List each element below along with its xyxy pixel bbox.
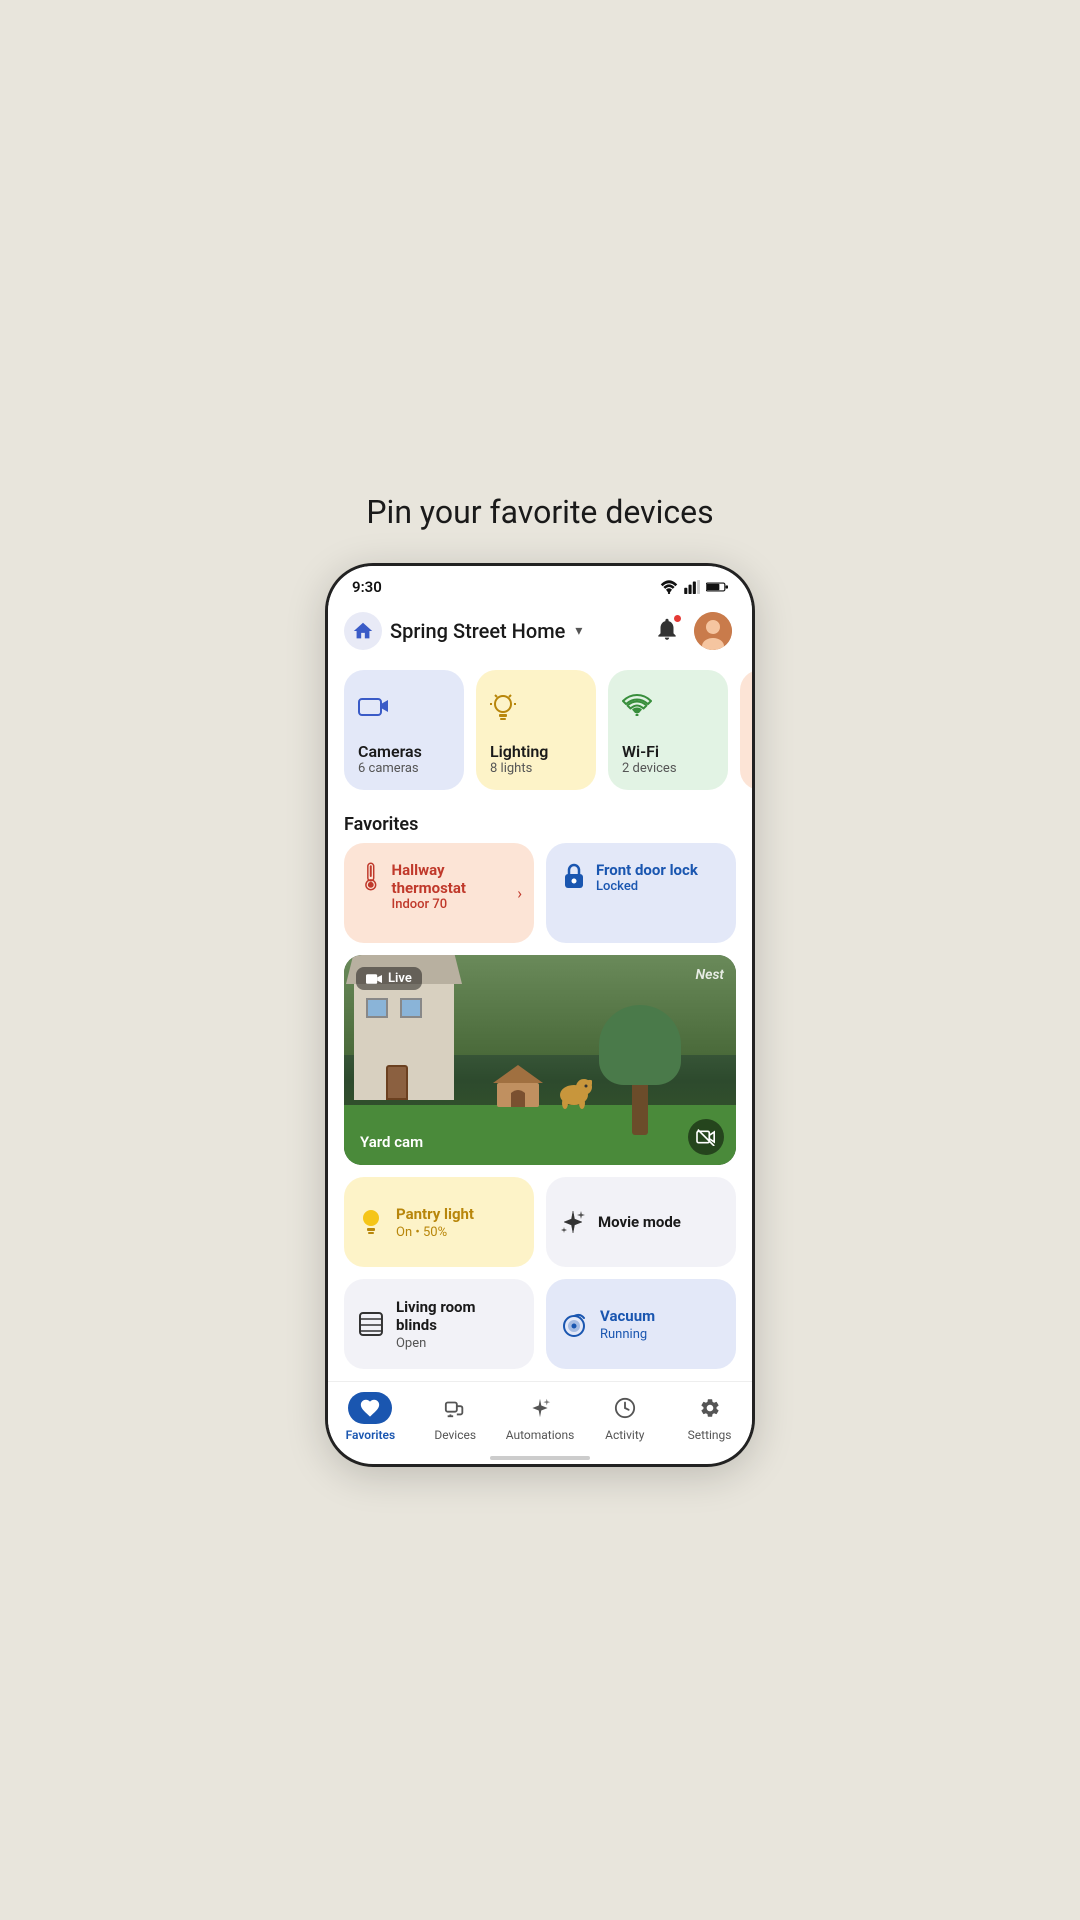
no-video-icon[interactable]	[688, 1119, 724, 1155]
chevron-down-icon: ▾	[575, 623, 582, 639]
home-icon-bg	[344, 612, 382, 650]
category-tile-wifi[interactable]: Wi-Fi 2 devices	[608, 670, 728, 790]
lighting-label: Lighting	[490, 742, 582, 761]
camera-name-label: Yard cam	[360, 1133, 423, 1151]
nav-settings[interactable]: Settings	[667, 1392, 752, 1442]
nav-favorites[interactable]: Favorites	[328, 1392, 413, 1442]
sparkle-icon	[560, 1209, 586, 1235]
avatar-image	[694, 612, 732, 650]
wifi-sublabel: 2 devices	[622, 761, 714, 776]
live-text: Live	[388, 971, 412, 986]
lighting-sublabel: 8 lights	[490, 761, 582, 776]
user-avatar[interactable]	[694, 612, 732, 650]
nav-activity-label: Activity	[605, 1428, 644, 1442]
devices-icon	[444, 1397, 466, 1419]
nav-automations-label: Automations	[506, 1428, 575, 1442]
notification-bell[interactable]	[654, 616, 680, 646]
battery-icon	[706, 581, 728, 593]
vacuum-tile[interactable]: Vacuum Running	[546, 1279, 736, 1369]
home-name: Spring Street Home	[390, 619, 565, 643]
home-indicator-bar	[490, 1456, 590, 1460]
category-tile-lighting[interactable]: Lighting 8 lights	[476, 670, 596, 790]
top-bar-right	[654, 612, 732, 650]
blinds-icon	[358, 1311, 384, 1337]
vacuum-sub: Running	[600, 1327, 655, 1342]
thermostat-temp: Indoor 70	[392, 897, 520, 912]
home-selector[interactable]: Spring Street Home ▾	[344, 612, 582, 650]
wifi-label: Wi-Fi	[622, 742, 714, 761]
pantry-sub: On • 50%	[396, 1225, 474, 1240]
cameras-sublabel: 6 cameras	[358, 761, 450, 776]
bottom-tiles-row-1: Pantry light On • 50% Movie mode	[328, 1177, 752, 1279]
status-time: 9:30	[352, 578, 382, 596]
thermostat-chevron: ›	[517, 884, 522, 903]
status-bar: 9:30	[328, 566, 752, 602]
thermostat-icon	[360, 861, 382, 891]
nav-settings-label: Settings	[688, 1428, 732, 1442]
camera-feed[interactable]: Live Nest Yard cam	[344, 955, 736, 1165]
nav-devices-icon-wrap	[433, 1392, 477, 1424]
phone-frame: 9:30	[325, 563, 755, 1467]
top-bar: Spring Street Home ▾	[328, 602, 752, 660]
nav-automations[interactable]: Automations	[498, 1392, 583, 1442]
settings-icon	[699, 1397, 721, 1419]
blinds-tile[interactable]: Living room blinds Open	[344, 1279, 534, 1369]
activity-icon	[614, 1397, 636, 1419]
nav-favorites-label: Favorites	[346, 1428, 396, 1442]
category-tile-climate[interactable]: Climate 3 devices	[740, 670, 752, 790]
bottom-nav: Favorites Devices	[328, 1381, 752, 1448]
lock-icon	[562, 861, 586, 889]
camera-live-icon	[366, 972, 382, 986]
dog-svg	[556, 1073, 592, 1109]
vacuum-label: Vacuum	[600, 1307, 655, 1325]
nest-brand-badge: Nest	[696, 967, 724, 983]
lock-status: Locked	[596, 879, 698, 894]
status-icons	[660, 580, 728, 594]
pantry-label: Pantry light	[396, 1205, 474, 1223]
nav-activity[interactable]: Activity	[582, 1392, 667, 1442]
automations-icon	[529, 1397, 551, 1419]
nav-activity-icon-wrap	[603, 1392, 647, 1424]
nav-devices-label: Devices	[434, 1428, 476, 1442]
nav-devices[interactable]: Devices	[413, 1392, 498, 1442]
movie-mode-label: Movie mode	[598, 1213, 681, 1231]
nav-settings-icon-wrap	[688, 1392, 732, 1424]
favorite-lock[interactable]: Front door lock Locked	[546, 843, 736, 943]
cameras-label: Cameras	[358, 742, 450, 761]
favorites-section-label: Favorites	[328, 800, 752, 843]
page-headline: Pin your favorite devices	[366, 493, 713, 531]
thermostat-name: Hallway thermostat	[392, 861, 520, 897]
nav-automations-icon-wrap	[518, 1392, 562, 1424]
wifi-category-icon	[622, 694, 652, 716]
signal-icon	[684, 580, 700, 594]
favorites-row: Hallway thermostat Indoor 70 › Front doo…	[328, 843, 752, 955]
category-tile-cameras[interactable]: Cameras 6 cameras	[344, 670, 464, 790]
no-video-svg	[696, 1128, 716, 1146]
nav-favorites-icon-wrap	[348, 1392, 392, 1424]
wifi-status-icon	[660, 580, 678, 594]
bottom-tiles-row-2: Living room blinds Open Vacuum Running	[328, 1279, 752, 1381]
pantry-bulb-icon	[358, 1208, 384, 1236]
home-icon	[352, 620, 374, 642]
camera-category-icon	[358, 694, 388, 718]
categories-scroll: Cameras 6 cameras	[328, 660, 752, 800]
blinds-sub: Open	[396, 1336, 520, 1351]
vacuum-icon	[560, 1310, 588, 1338]
doghouse-svg	[493, 1065, 543, 1107]
favorite-thermostat[interactable]: Hallway thermostat Indoor 70 ›	[344, 843, 534, 943]
lighting-category-icon	[490, 694, 516, 722]
pantry-light-tile[interactable]: Pantry light On • 50%	[344, 1177, 534, 1267]
movie-mode-tile[interactable]: Movie mode	[546, 1177, 736, 1267]
lock-name: Front door lock	[596, 861, 698, 879]
heart-icon	[359, 1397, 381, 1419]
notification-dot	[673, 614, 682, 623]
blinds-label: Living room blinds	[396, 1298, 520, 1334]
camera-live-badge: Live	[356, 967, 422, 990]
